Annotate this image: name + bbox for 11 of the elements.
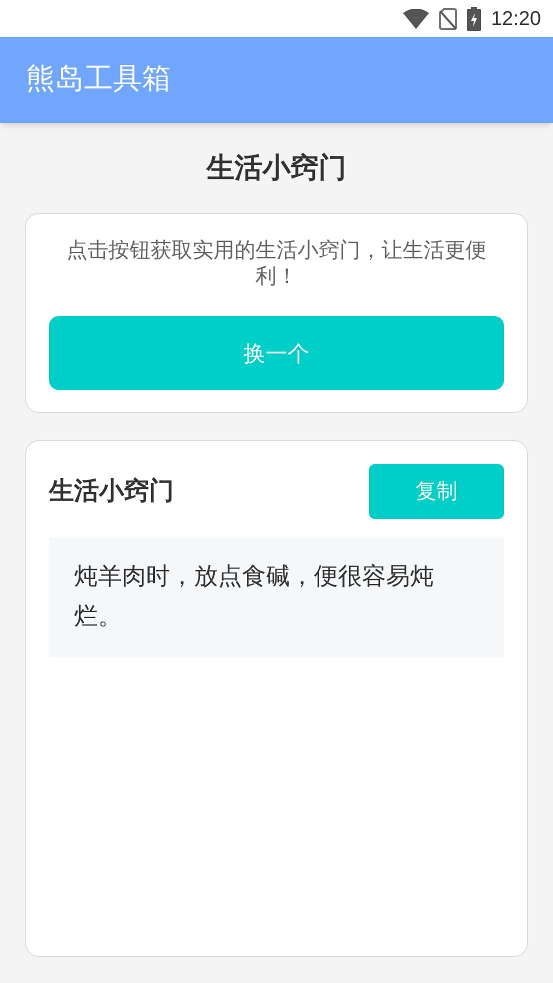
intro-text: 点击按钮获取实用的生活小窍门，让生活更便利！	[66, 238, 488, 290]
tip-card-title: 生活小窍门	[49, 476, 174, 507]
copy-button[interactable]: 复制	[369, 464, 504, 519]
no-sim-icon	[438, 8, 457, 30]
next-tip-button[interactable]: 换一个	[49, 316, 504, 390]
status-time: 12:20	[490, 6, 541, 32]
wifi-icon	[402, 8, 429, 28]
page-title: 生活小窍门	[206, 151, 346, 185]
tip-text: 炖羊肉时，放点食碱，便很容易炖烂。	[74, 562, 435, 632]
app-title: 熊岛工具箱	[26, 62, 171, 98]
battery-icon	[466, 6, 481, 30]
